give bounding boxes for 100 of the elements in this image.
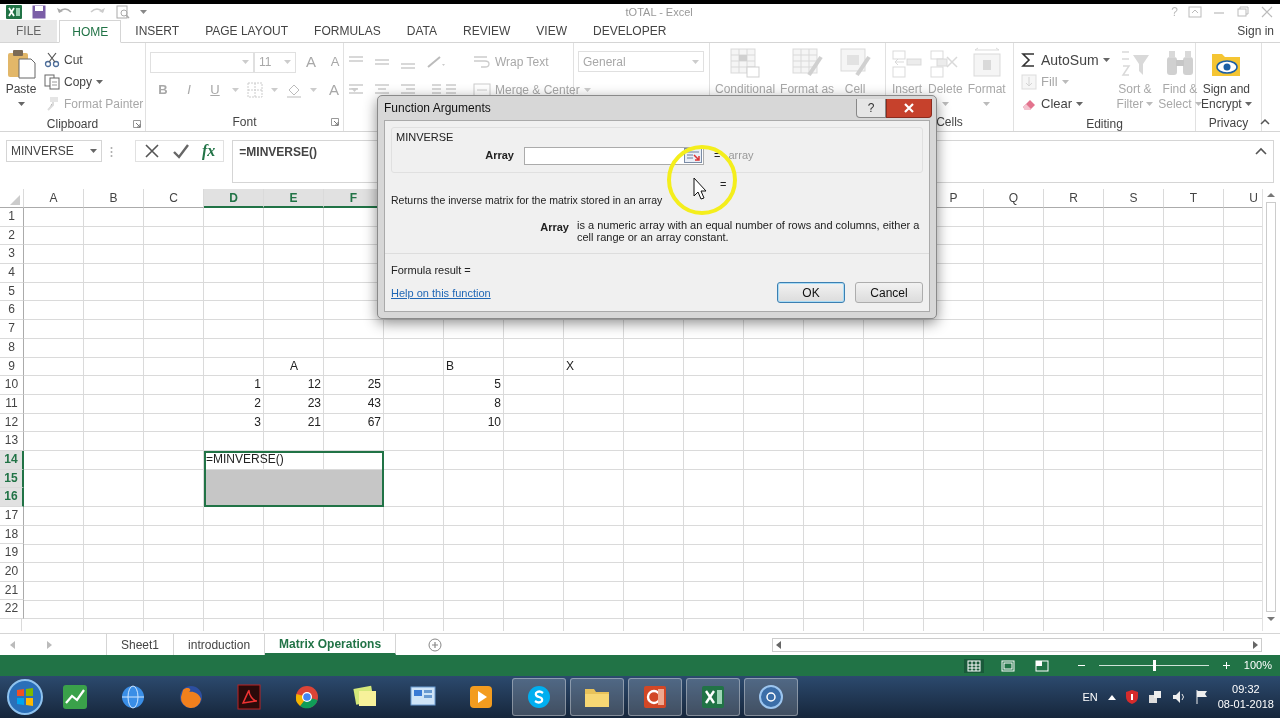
function-description: Returns the inverse matrix for the matrix stored in an array <box>391 193 663 208</box>
expand-icon[interactable] <box>1255 147 1267 155</box>
ribbon-tab[interactable]: DEVELOPER <box>581 20 679 42</box>
speaker-icon[interactable] <box>1171 690 1186 704</box>
table-cell-text: 1 <box>253 376 262 394</box>
caret-icon <box>232 88 239 92</box>
insert-function-button[interactable]: fx <box>202 139 216 163</box>
pointer-icon <box>693 177 707 200</box>
more-icon <box>110 146 113 158</box>
table-cell-text: 23 <box>306 394 322 412</box>
clipboard-icon <box>5 47 37 79</box>
caret-icon <box>90 149 97 153</box>
show-hidden-icon[interactable] <box>1107 694 1116 700</box>
spreadsheet-app-icon[interactable] <box>699 683 727 711</box>
wrap-text-icon <box>473 55 491 69</box>
function-name: MINVERSE <box>396 130 455 145</box>
ribbon-tab[interactable]: REVIEW <box>451 20 523 42</box>
add-sheet-icon[interactable] <box>428 637 443 652</box>
caret-icon <box>284 60 291 64</box>
argument-description: is a numeric array with an equal number of rows and columns, either a cell range or an array constant. <box>577 218 921 243</box>
zoom-level[interactable]: 100% <box>1243 657 1272 674</box>
copy-button[interactable]: Copy <box>41 71 147 93</box>
network-icon[interactable] <box>1147 690 1162 704</box>
chart-app-icon[interactable] <box>61 683 89 711</box>
help-link[interactable]: Help on this function <box>391 284 491 301</box>
sheet-tab[interactable]: Matrix Operations <box>265 634 397 655</box>
caret-icon <box>692 59 699 64</box>
clock-time[interactable]: 09:32 <box>1217 682 1274 697</box>
scissors-icon <box>44 52 60 68</box>
start-button-icon[interactable] <box>6 678 44 716</box>
scroll-thumb[interactable] <box>1265 202 1276 612</box>
caret-icon <box>583 88 591 92</box>
format-cells-icon <box>970 47 1003 79</box>
help-button[interactable]: ? <box>856 98 886 118</box>
chrome-icon[interactable] <box>293 683 321 711</box>
zoom-slider[interactable] <box>1098 660 1209 671</box>
column-header[interactable]: D <box>204 189 264 208</box>
globe-icon[interactable] <box>119 683 147 711</box>
table-cell-text: 67 <box>366 413 382 431</box>
argument-label: Array <box>484 148 515 164</box>
autosum-button[interactable]: AutoSum <box>1018 49 1113 71</box>
language-indicator[interactable]: EN <box>1082 688 1098 706</box>
table-cell: X <box>566 357 574 375</box>
collapse-ribbon-icon[interactable] <box>1260 118 1270 125</box>
sign-in-link[interactable]: Sign in <box>1231 22 1280 40</box>
ribbon-tab[interactable]: INSERT <box>123 20 192 42</box>
sigma-icon <box>1021 52 1037 68</box>
paste-button[interactable]: Paste <box>4 45 38 108</box>
dialog-button[interactable]: Cancel <box>855 282 923 304</box>
cancel-icon[interactable] <box>144 143 160 159</box>
table-cell-text: 12 <box>306 376 322 394</box>
caret-icon <box>242 60 249 64</box>
shield-icon[interactable] <box>1125 690 1138 704</box>
firefox-icon[interactable] <box>177 683 205 711</box>
scroll-up-icon[interactable] <box>1265 192 1276 198</box>
ribbon-tab[interactable]: DATA <box>394 20 449 42</box>
scroll-down-icon[interactable] <box>1265 616 1276 622</box>
excel-logo-icon[interactable] <box>6 5 22 19</box>
ribbon-tab[interactable]: HOME <box>59 20 122 43</box>
dialog-launcher-icon[interactable] <box>133 120 141 128</box>
ribbon-tab[interactable]: FORMULAS <box>302 20 393 42</box>
row-header[interactable]: 16 <box>0 488 24 507</box>
clear-button[interactable]: Clear <box>1018 93 1113 115</box>
save-icon[interactable] <box>32 5 46 19</box>
file-tab[interactable]: FILE <box>0 20 58 42</box>
view-button[interactable] <box>963 658 984 673</box>
scroll-left-icon[interactable] <box>776 640 782 649</box>
table-cell-text: 10 <box>486 413 502 431</box>
zoom-out-icon[interactable] <box>1077 662 1085 669</box>
window-title: tOTAL - Excel <box>624 4 694 20</box>
table-cell-text: 25 <box>366 376 382 394</box>
flag-icon[interactable] <box>1195 690 1208 704</box>
sign-encrypt-button[interactable]: Sign and Encrypt <box>1200 45 1253 114</box>
dialog-button[interactable]: OK <box>777 282 845 304</box>
ribbon-tab[interactable]: PAGE LAYOUT <box>193 20 301 42</box>
ribbon-tab[interactable]: VIEW <box>524 20 579 42</box>
name-box[interactable]: MINVERSE <box>6 140 102 162</box>
pdf-icon[interactable] <box>235 683 263 711</box>
table-brush-icon <box>791 47 824 79</box>
close-button[interactable] <box>886 98 932 118</box>
row-header[interactable]: 19 <box>0 544 24 564</box>
formula-result: Formula result = <box>391 262 472 278</box>
argument-field[interactable] <box>524 146 704 165</box>
zoom-in-icon[interactable] <box>1222 662 1230 669</box>
row-header[interactable]: 22 <box>0 600 24 620</box>
table-cell-text: 2 <box>253 394 262 412</box>
group-label: Cells <box>936 114 963 131</box>
disc-app-icon[interactable] <box>757 683 785 711</box>
slider-thumb[interactable] <box>1152 660 1156 671</box>
column-header[interactable]: E <box>264 189 324 208</box>
presentation-app-icon[interactable] <box>641 683 669 711</box>
cut-button[interactable]: Cut <box>41 49 147 71</box>
skype-icon[interactable] <box>525 683 553 711</box>
dialog-launcher-icon[interactable] <box>331 118 339 126</box>
clock-date[interactable]: 08-01-2018 <box>1217 697 1274 712</box>
media-player-icon[interactable] <box>467 683 495 711</box>
table-cell-text: 43 <box>366 394 382 412</box>
enter-icon[interactable] <box>172 143 190 159</box>
scroll-right-icon[interactable] <box>1252 640 1258 649</box>
group-label: Font <box>232 114 257 131</box>
